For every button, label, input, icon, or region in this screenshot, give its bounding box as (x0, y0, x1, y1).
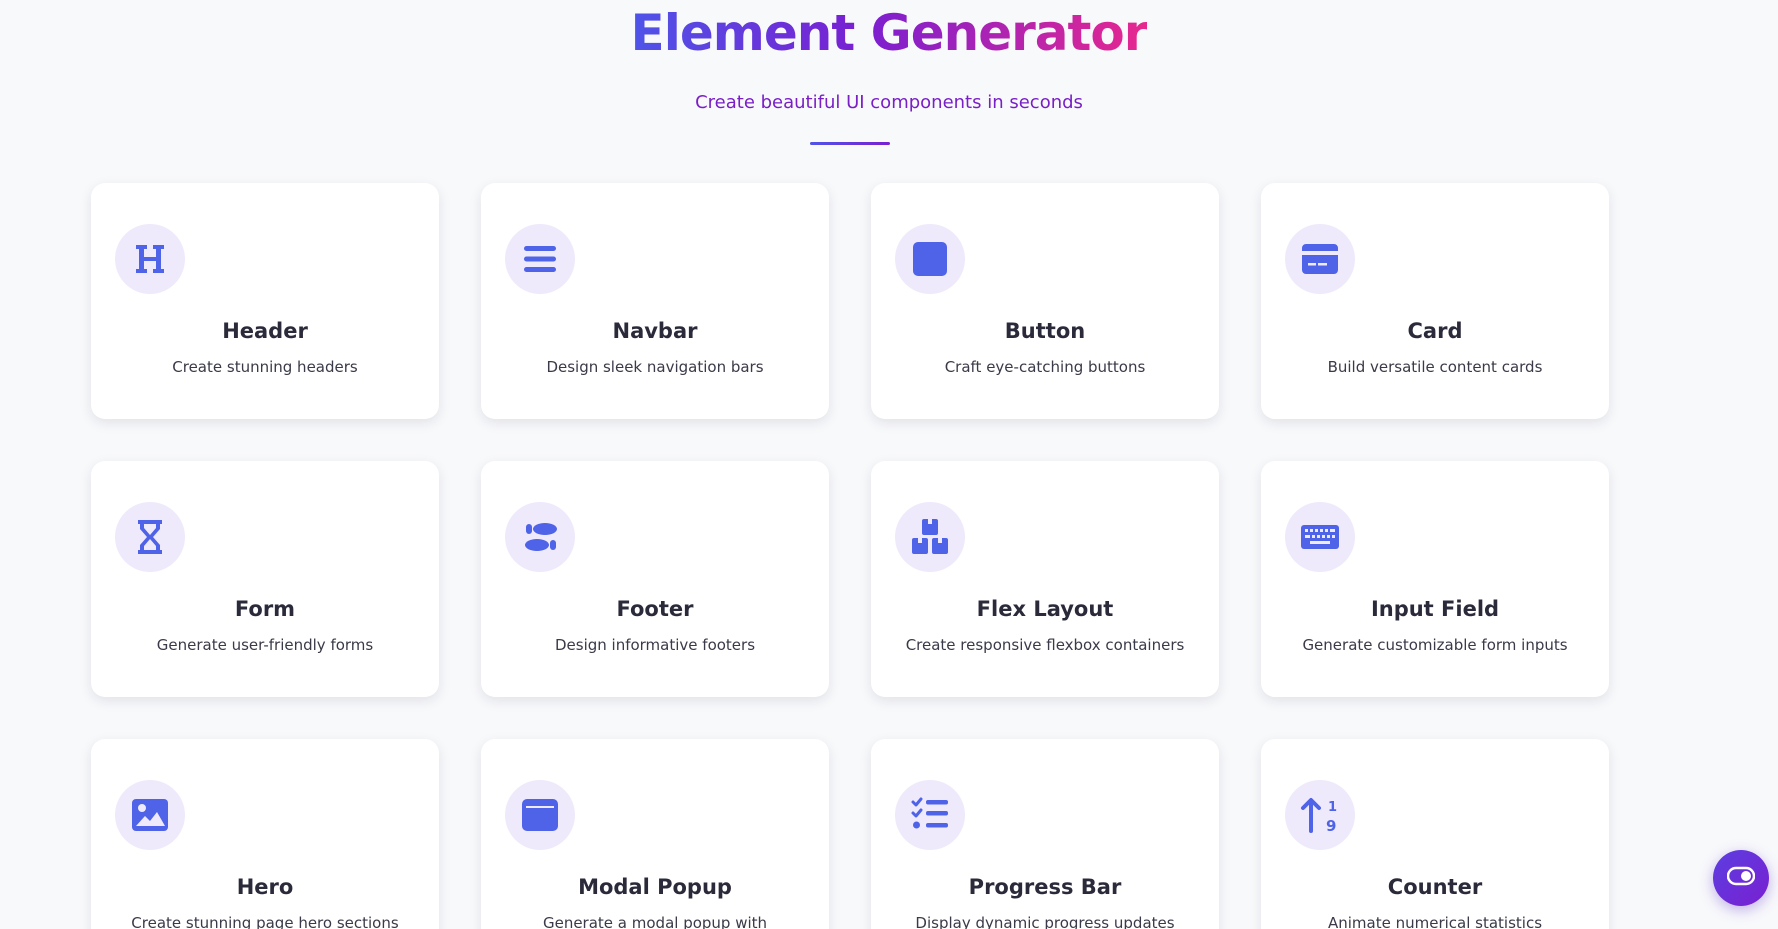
heading-icon (115, 224, 185, 294)
card-title: Input Field (1370, 597, 1500, 621)
credit-card-icon (1285, 224, 1355, 294)
card-flex-layout[interactable]: Flex Layout Create responsive flexbox co… (871, 461, 1219, 697)
card-description: Create stunning headers (172, 358, 358, 376)
card-title: Navbar (612, 319, 698, 343)
page-title: Element Generator (0, 0, 1778, 66)
card-description: Build versatile content cards (1327, 358, 1543, 376)
card-title: Footer (616, 597, 694, 621)
card-header[interactable]: Header Create stunning headers (91, 183, 439, 419)
toggle-icon (1726, 866, 1756, 890)
keyboard-icon (1285, 502, 1355, 572)
card-progress-bar[interactable]: Progress Bar Display dynamic progress up… (871, 739, 1219, 929)
card-title: Button (1004, 319, 1086, 343)
card-description: Design informative footers (554, 636, 756, 654)
page: Element Generator Create beautiful UI co… (0, 0, 1778, 929)
card-description: Create responsive flexbox containers (905, 636, 1185, 654)
card-description: Design sleek navigation bars (546, 358, 764, 376)
svg-text:9: 9 (1326, 817, 1336, 835)
card-navbar[interactable]: Navbar Design sleek navigation bars (481, 183, 829, 419)
list-check-icon (895, 780, 965, 850)
theme-toggle-button[interactable] (1713, 850, 1769, 906)
element-grid: Header Create stunning headers Navbar De… (91, 183, 1609, 929)
card-description: Craft eye-catching buttons (944, 358, 1146, 376)
page-subtitle: Create beautiful UI components in second… (695, 92, 1083, 113)
card-title: Flex Layout (976, 597, 1114, 621)
card-button[interactable]: Button Craft eye-catching buttons (871, 183, 1219, 419)
card-description: Create stunning page hero sections (131, 914, 399, 929)
card-title: Card (1407, 319, 1463, 343)
card-description: Generate a modal popup with (542, 914, 768, 929)
card-card[interactable]: Card Build versatile content cards (1261, 183, 1609, 419)
card-form[interactable]: Form Generate user-friendly forms (91, 461, 439, 697)
page-title-text: Element Generator (630, 4, 1149, 62)
card-title: Header (222, 319, 308, 343)
card-description: Generate customizable form inputs (1302, 636, 1568, 654)
hourglass-icon (115, 502, 185, 572)
bars-icon (505, 224, 575, 294)
boxes-icon (895, 502, 965, 572)
square-icon (895, 224, 965, 294)
window-icon (505, 780, 575, 850)
card-title: Progress Bar (968, 875, 1122, 899)
card-input-field[interactable]: Input Field Generate customizable form i… (1261, 461, 1609, 697)
sort-numeric-up-icon: 19 (1285, 780, 1355, 850)
card-hero[interactable]: Hero Create stunning page hero sections (91, 739, 439, 929)
card-description: Display dynamic progress updates (915, 914, 1175, 929)
card-title: Hero (236, 875, 294, 899)
svg-text:1: 1 (1328, 800, 1337, 815)
card-title: Modal Popup (578, 875, 732, 899)
card-title: Counter (1387, 875, 1483, 899)
image-icon (115, 780, 185, 850)
title-divider (810, 142, 890, 145)
card-modal-popup[interactable]: Modal Popup Generate a modal popup with (481, 739, 829, 929)
card-description: Generate user-friendly forms (156, 636, 374, 654)
card-footer[interactable]: Footer Design informative footers (481, 461, 829, 697)
card-title: Form (234, 597, 296, 621)
card-counter[interactable]: 19 Counter Animate numerical statistics (1261, 739, 1609, 929)
card-description: Animate numerical statistics (1327, 914, 1543, 929)
shoe-prints-icon (505, 502, 575, 572)
